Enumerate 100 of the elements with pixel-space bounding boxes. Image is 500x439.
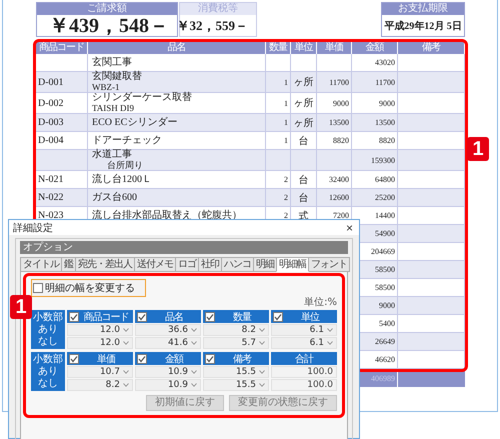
dropdown[interactable]: 41.6 — [135, 337, 201, 349]
row-label: 小数部 — [33, 354, 63, 365]
summary-value: ￥32，559－ — [180, 16, 249, 34]
table-cell: 9000 — [317, 93, 352, 113]
tab[interactable]: タイトル — [20, 257, 62, 272]
summary-label: お支払期限 — [382, 3, 464, 15]
checkbox[interactable] — [205, 354, 215, 364]
checkbox[interactable] — [137, 312, 147, 322]
dropdown[interactable]: 10.9 — [135, 366, 201, 378]
table-cell: ヶ所 — [291, 114, 317, 131]
table-cell: 11700 — [317, 72, 352, 92]
table-cell: 64800 — [352, 171, 398, 188]
chevron-down-icon — [259, 328, 265, 332]
chevron-down-icon — [327, 341, 333, 345]
item-name: ドアーチェック — [92, 136, 163, 146]
dropdown[interactable]: 5.7 — [203, 337, 269, 349]
summary-label: ご請求額 — [37, 3, 177, 15]
table-cell: 1 — [266, 93, 291, 113]
table-cell: 台 — [291, 132, 317, 149]
item-name: 流し台1200Ｌ — [92, 174, 153, 184]
table-cell: D-003 — [36, 114, 88, 131]
row-label: あり — [38, 366, 58, 377]
table-cell: 12600 — [317, 189, 352, 206]
checkbox[interactable] — [69, 312, 79, 322]
dropdown[interactable]: 8.2 — [203, 324, 269, 336]
tab[interactable]: 鑑 — [61, 257, 76, 272]
checkbox[interactable] — [69, 354, 79, 364]
chevron-down-icon — [123, 328, 129, 332]
column-label: 単位 — [300, 310, 320, 324]
table-cell: 159300 — [352, 150, 398, 170]
table-cell: 25200 — [352, 189, 398, 206]
chevron-down-icon — [191, 370, 197, 374]
table-cell: 11700 — [352, 72, 398, 92]
item-name: 玄関鍵取替 — [92, 72, 143, 82]
table-cell: D-004 — [36, 132, 88, 149]
table-cell: 2 — [266, 189, 291, 206]
checkbox[interactable] — [137, 354, 147, 364]
chevron-down-icon — [123, 383, 129, 387]
tab[interactable]: 送付メモ — [134, 257, 176, 272]
table-cell: 32400 — [317, 171, 352, 188]
item-detail: TAISH DI9 — [92, 103, 136, 113]
table-cell: 台 — [291, 189, 317, 206]
tab[interactable]: 明細 — [253, 257, 277, 272]
column-label: 合計 — [294, 352, 314, 366]
tab[interactable]: ハンコ — [221, 257, 254, 272]
item-detail: WBZ-1 — [92, 82, 120, 92]
checkbox[interactable] — [33, 283, 43, 293]
chevron-down-icon — [123, 341, 129, 345]
column-label: 単価 — [96, 352, 116, 366]
tab[interactable]: ロゴ — [175, 257, 199, 272]
dropdown[interactable]: 15.5 — [203, 379, 269, 391]
item-name: シリンダーケース取替 — [92, 93, 193, 103]
dropdown[interactable]: 6.1 — [271, 324, 337, 336]
row-label: なし — [38, 336, 58, 348]
callout-badge: 1 — [467, 137, 489, 161]
chevron-down-icon — [259, 383, 265, 387]
dropdown[interactable]: 36.6 — [135, 324, 201, 336]
table-cell: D-002 — [36, 93, 88, 113]
table-cell: 43020 — [352, 54, 398, 71]
summary-value: 平成29年12月 5日 — [383, 20, 463, 34]
table-cell: 1 — [266, 114, 291, 131]
table-cell: 9000 — [352, 93, 398, 113]
chevron-down-icon — [191, 328, 197, 332]
chevron-down-icon — [123, 370, 129, 374]
dropdown[interactable]: 15.5 — [203, 366, 269, 378]
callout-badge: 1 — [10, 295, 32, 319]
chevron-down-icon — [259, 370, 265, 374]
summary-value: ￥439，548－ — [48, 15, 170, 36]
summary-label: 消費税等 — [180, 3, 256, 15]
table-cell: 8820 — [317, 132, 352, 149]
dropdown[interactable]: 12.0 — [67, 324, 133, 336]
table-cell: 1 — [266, 132, 291, 149]
tab[interactable]: 明細幅 — [276, 257, 309, 272]
table-cell: D-001 — [36, 72, 88, 92]
item-detail: 台所周り — [106, 160, 144, 170]
chevron-down-icon — [191, 341, 197, 345]
dropdown[interactable]: 12.0 — [67, 337, 133, 349]
tab[interactable]: 社印 — [198, 257, 222, 272]
dropdown[interactable]: 10.7 — [67, 366, 133, 378]
readonly-field: 100.0 — [271, 366, 337, 378]
dropdown[interactable]: 6.1 — [271, 337, 337, 349]
table-cell: 1 — [266, 72, 291, 92]
tab[interactable]: フォント — [308, 257, 350, 272]
dropdown[interactable]: 8.2 — [67, 379, 133, 391]
checkbox[interactable] — [273, 312, 283, 322]
readonly-field: 100.0 — [271, 379, 337, 391]
column-label: 備考 — [232, 352, 252, 366]
column-label: 数量 — [232, 310, 252, 324]
column-label: 品名 — [164, 310, 184, 324]
checkbox[interactable] — [205, 312, 215, 322]
item-name: ガス台600 — [92, 192, 138, 202]
tab[interactable]: 宛先・差出人 — [75, 257, 135, 272]
resize-checkbox[interactable]: 明細の幅を変更する — [31, 279, 146, 297]
table-cell: 台 — [291, 171, 317, 188]
column-label: 金額 — [164, 352, 184, 366]
item-name: ECO ECシリンダー — [92, 118, 178, 128]
row-label: なし — [38, 378, 58, 390]
table-cell: N-021 — [36, 171, 88, 188]
table-cell: 8820 — [352, 132, 398, 149]
dropdown[interactable]: 10.9 — [135, 379, 201, 391]
